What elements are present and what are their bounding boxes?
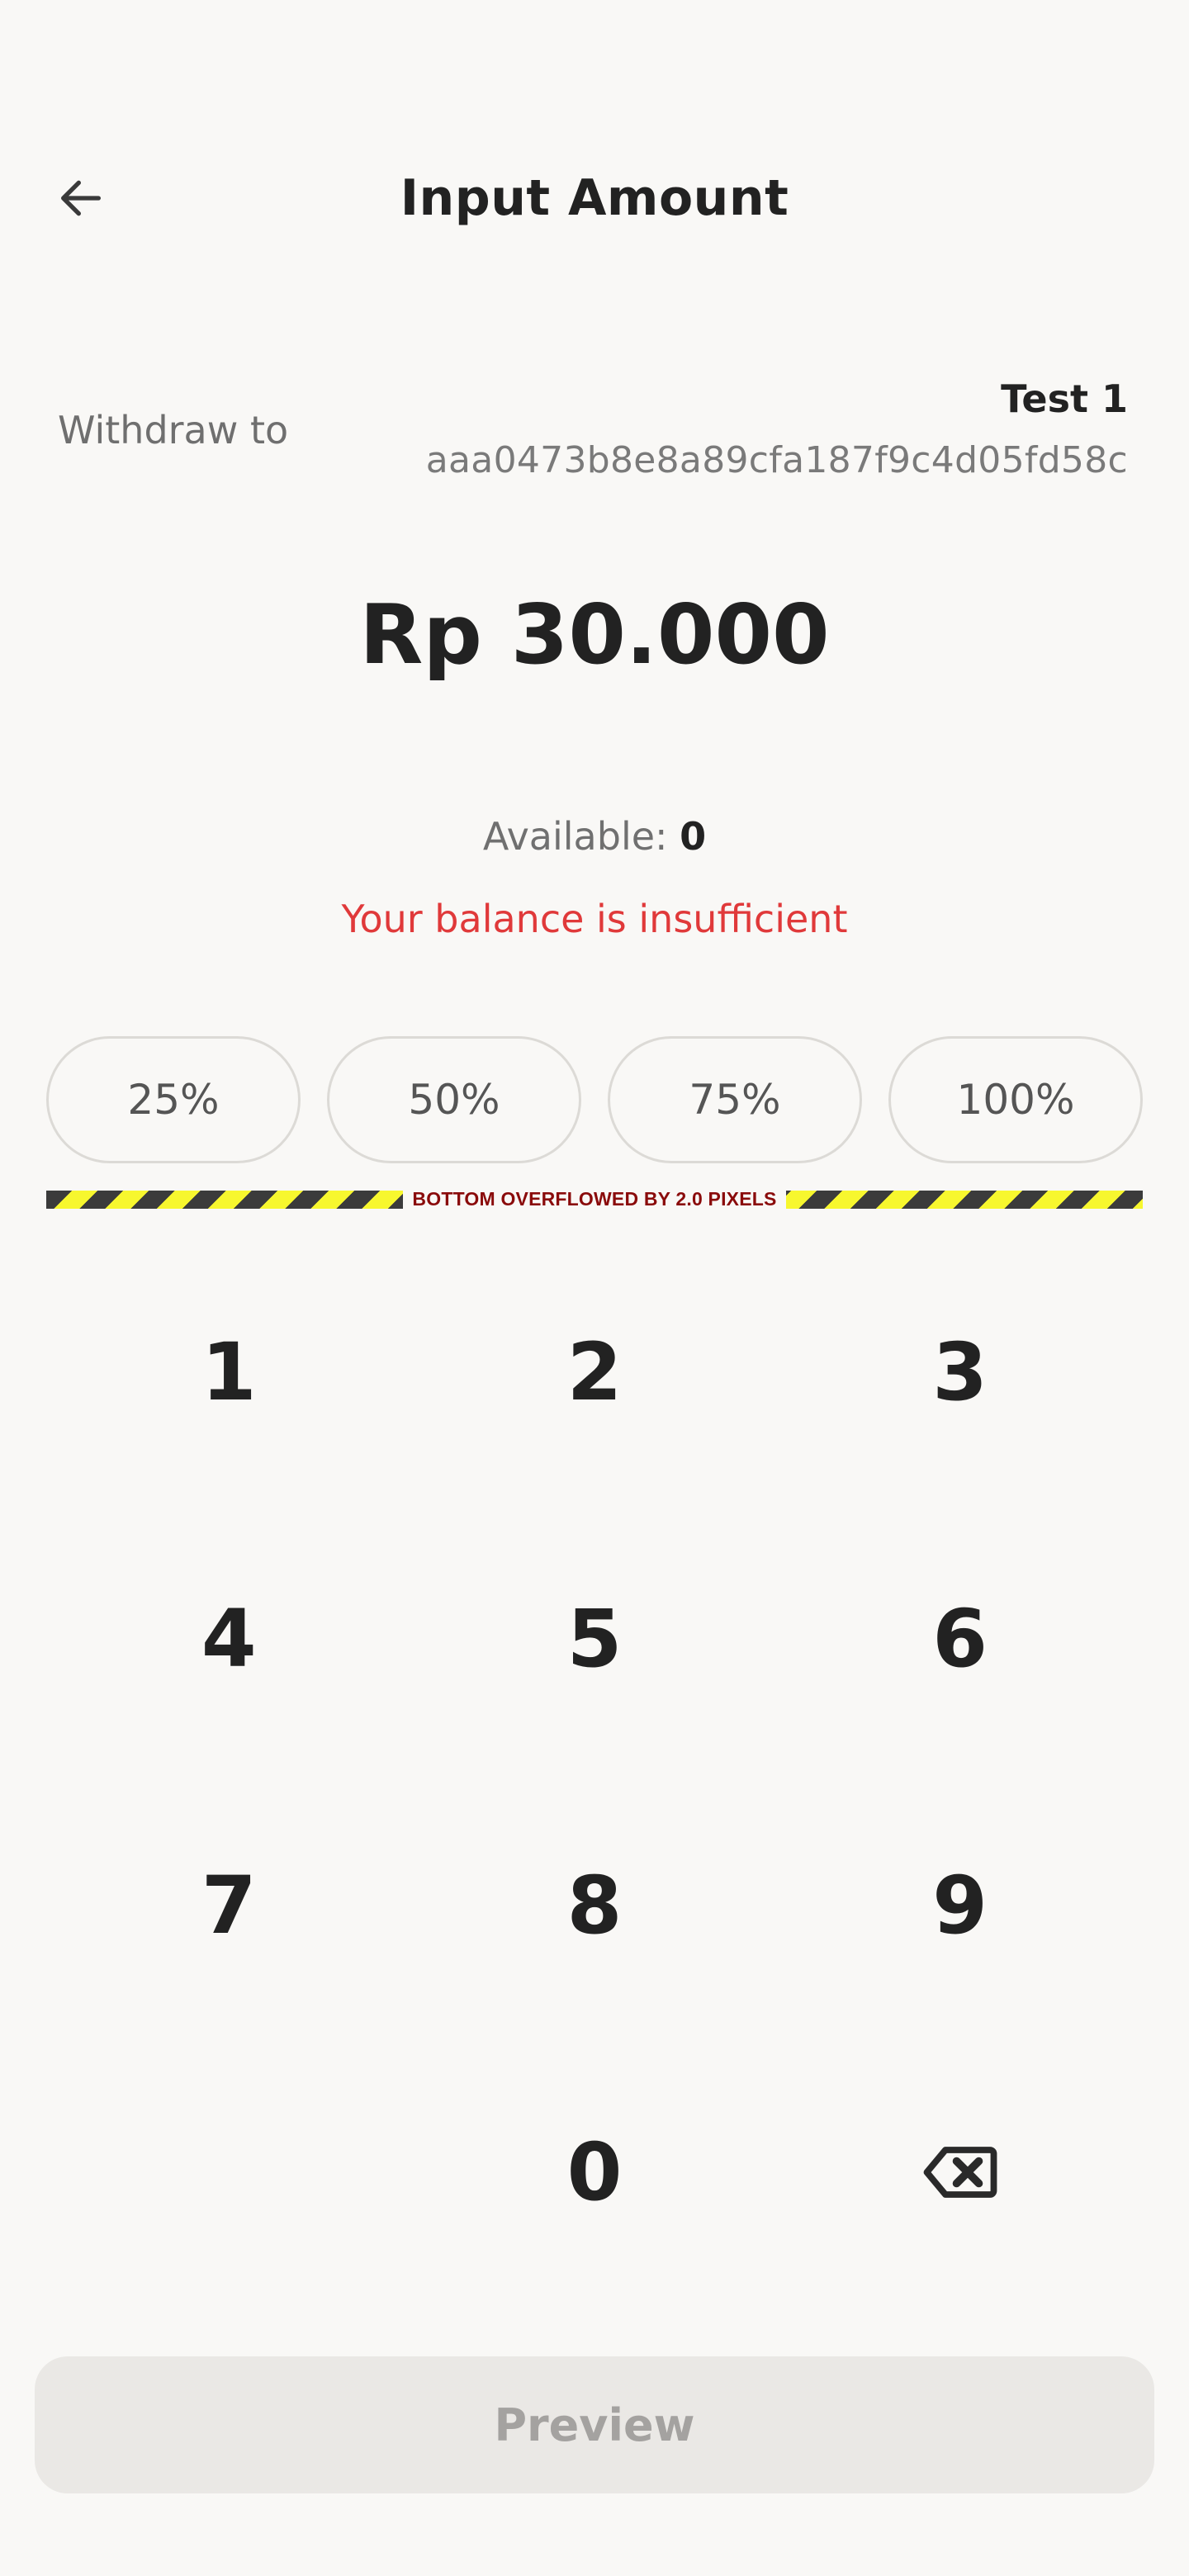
key-1[interactable]: 1 xyxy=(46,1238,412,1505)
numeric-keypad: 1 2 3 4 5 6 7 8 9 0 xyxy=(46,1238,1143,2305)
key-7[interactable]: 7 xyxy=(46,1772,412,2039)
key-4[interactable]: 4 xyxy=(46,1505,412,1772)
key-9[interactable]: 9 xyxy=(777,1772,1143,2039)
percent-25-button[interactable]: 25% xyxy=(46,1036,301,1163)
amount-display: Rp 30.000 xyxy=(359,586,830,683)
recipient-account-id: aaa0473b8e8a89cfa187f9c4d05fd58c xyxy=(425,439,1128,481)
key-empty xyxy=(46,2039,412,2305)
preview-button[interactable]: Preview xyxy=(35,2356,1154,2493)
page-title: Input Amount xyxy=(400,169,789,227)
key-0[interactable]: 0 xyxy=(412,2039,778,2305)
withdraw-to-label: Withdraw to xyxy=(58,408,289,452)
key-5[interactable]: 5 xyxy=(412,1505,778,1772)
available-label: Available: xyxy=(482,814,668,859)
backspace-key[interactable] xyxy=(777,2039,1143,2305)
key-3[interactable]: 3 xyxy=(777,1238,1143,1505)
percent-75-button[interactable]: 75% xyxy=(608,1036,862,1163)
percent-shortcuts: 25% 50% 75% 100% xyxy=(46,1036,1143,1163)
insufficient-balance-error: Your balance is insufficient xyxy=(341,897,848,941)
recipient-name: Test 1 xyxy=(1001,376,1128,421)
input-amount-screen: Input Amount Withdraw to Test 1 aaa0473b… xyxy=(0,0,1189,2576)
percent-100-button[interactable]: 100% xyxy=(888,1036,1143,1163)
key-8[interactable]: 8 xyxy=(412,1772,778,2039)
available-value: 0 xyxy=(680,814,707,859)
percent-50-button[interactable]: 50% xyxy=(327,1036,581,1163)
available-balance: Available: 0 xyxy=(0,814,1189,859)
backspace-icon xyxy=(923,2146,997,2198)
key-6[interactable]: 6 xyxy=(777,1505,1143,1772)
overflow-warning-text: BOTTOM OVERFLOWED BY 2.0 PIXELS xyxy=(403,1186,786,1212)
key-2[interactable]: 2 xyxy=(412,1238,778,1505)
